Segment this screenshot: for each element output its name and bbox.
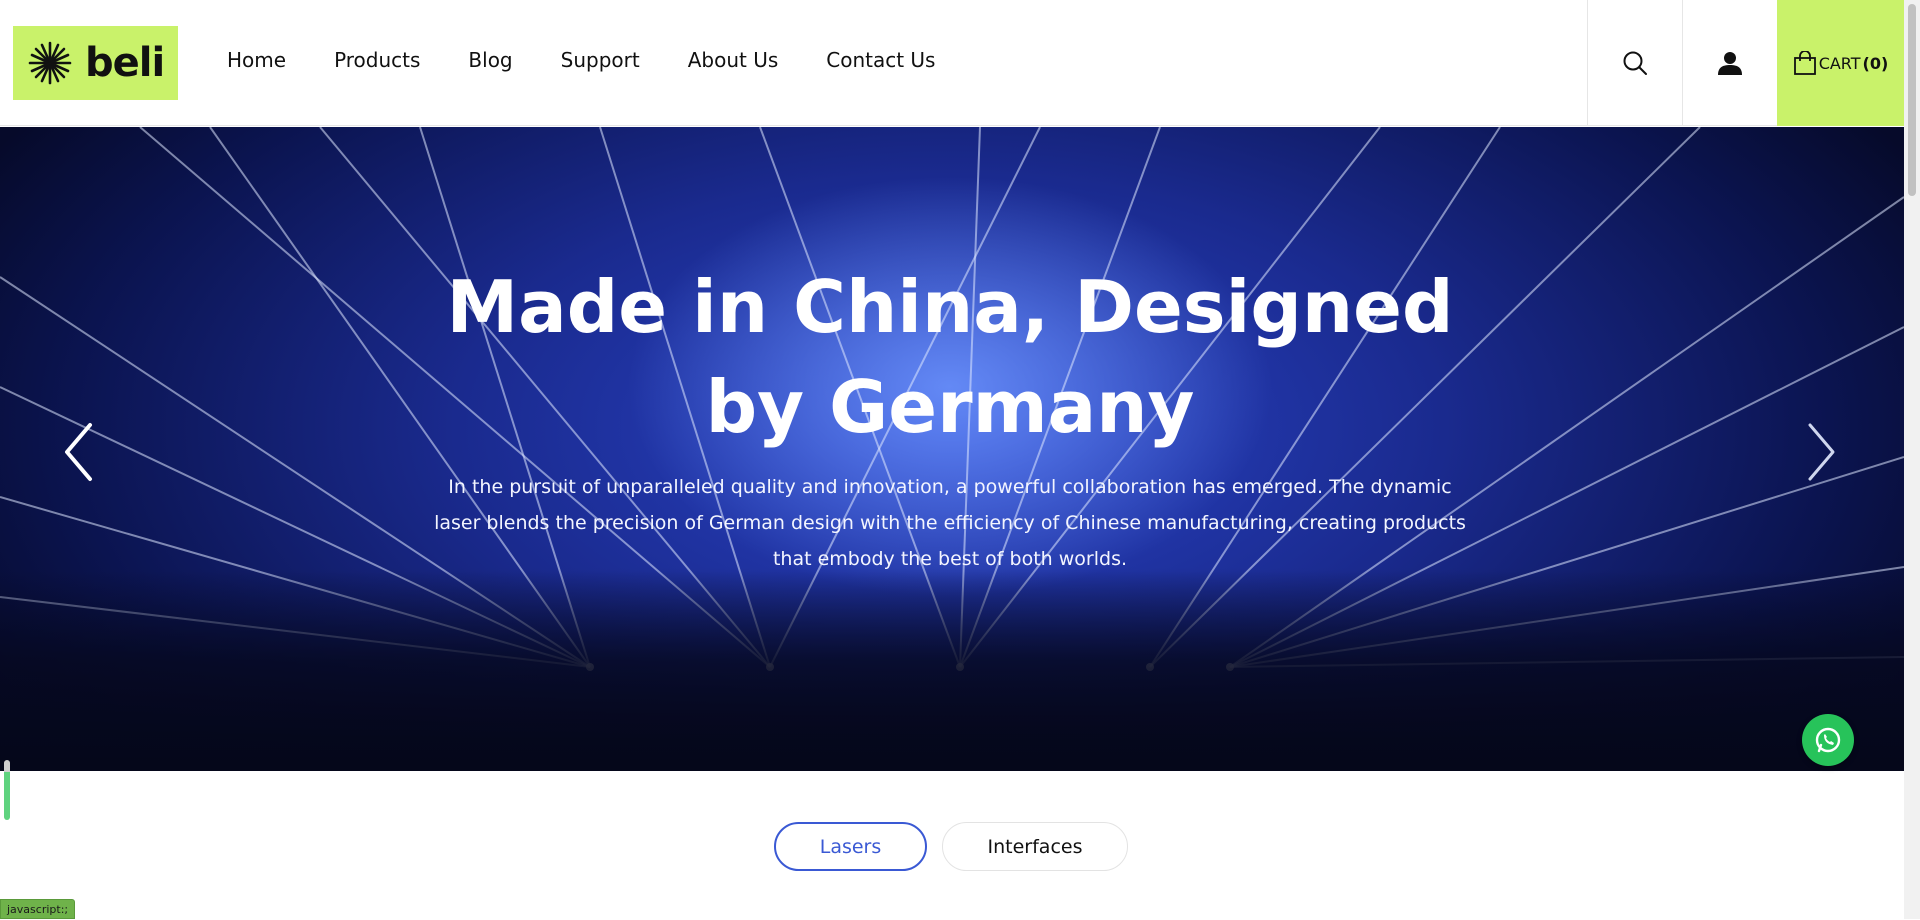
nav-products[interactable]: Products — [334, 48, 420, 72]
main-nav: Home Products Blog Support About Us Cont… — [227, 48, 935, 72]
nav-about-us[interactable]: About Us — [688, 48, 779, 72]
header-actions: CART (0) — [1587, 0, 1904, 126]
nav-support[interactable]: Support — [561, 48, 640, 72]
cart-label: CART — [1818, 53, 1861, 73]
crowd-silhouette — [0, 571, 1904, 771]
starburst-logo-icon — [28, 41, 72, 85]
category-tabs: Lasers Interfaces — [774, 822, 1128, 871]
user-icon — [1718, 52, 1742, 75]
whatsapp-icon — [1815, 727, 1841, 753]
nav-contact-us[interactable]: Contact Us — [826, 48, 935, 72]
cart-button[interactable]: CART (0) — [1777, 0, 1904, 126]
side-progress-indicator — [4, 760, 10, 820]
chevron-right-icon — [1808, 423, 1835, 481]
chevron-left-icon — [65, 423, 92, 481]
search-button[interactable] — [1587, 0, 1682, 126]
logo[interactable]: beli — [13, 26, 178, 100]
hero-title: Made in China, Designed by Germany — [446, 265, 1454, 449]
account-button[interactable] — [1682, 0, 1777, 126]
search-icon — [1623, 51, 1647, 75]
slider-next-button[interactable] — [1795, 417, 1845, 487]
cart-count: (0) — [1862, 53, 1889, 73]
site-header: beli Home Products Blog Support About Us… — [0, 0, 1904, 126]
tab-interfaces[interactable]: Interfaces — [942, 822, 1128, 871]
slider-prev-button[interactable] — [55, 417, 105, 487]
hero-description: In the pursuit of unparalleled quality a… — [434, 476, 1466, 570]
shopping-bag-icon — [1793, 51, 1816, 75]
browser-status-bar: javascript:; — [0, 899, 76, 919]
nav-home[interactable]: Home — [227, 48, 286, 72]
logo-text: beli — [85, 40, 165, 86]
tab-lasers[interactable]: Lasers — [774, 822, 927, 871]
whatsapp-button[interactable] — [1802, 714, 1854, 766]
nav-blog[interactable]: Blog — [468, 48, 512, 72]
page-scrollbar[interactable] — [1904, 0, 1920, 919]
scrollbar-thumb[interactable] — [1908, 4, 1916, 196]
hero-slider: Made in China, Designed by Germany In th… — [0, 127, 1904, 771]
